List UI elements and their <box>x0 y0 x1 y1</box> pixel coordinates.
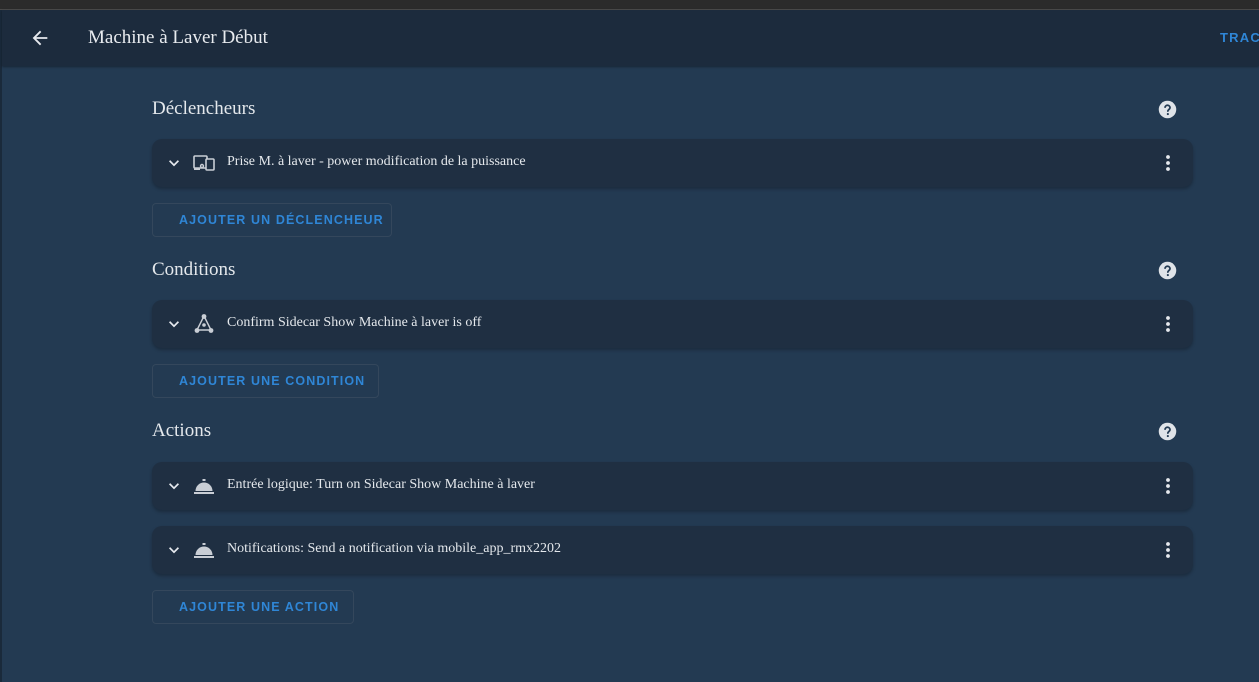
traces-button[interactable]: TRACES <box>1220 30 1259 45</box>
dots-vertical-icon[interactable] <box>1156 474 1180 498</box>
dots-vertical-icon[interactable] <box>1156 312 1180 336</box>
chevron-down-icon[interactable] <box>164 153 184 173</box>
add-action-label: AJOUTER UNE ACTION <box>179 600 340 614</box>
triggers-section-title: Déclencheurs <box>152 98 256 119</box>
add-trigger-label: AJOUTER UN DÉCLENCHEUR <box>179 213 384 227</box>
back-button[interactable] <box>26 24 54 52</box>
condition-card[interactable]: Confirm Sidecar Show Machine à laver is … <box>152 300 1193 348</box>
service-bell-icon <box>194 543 214 558</box>
action-label: Notifications: Send a notification via m… <box>227 541 561 556</box>
help-icon[interactable] <box>1157 421 1178 442</box>
arrow-left-icon <box>32 30 48 46</box>
actions-section-title: Actions <box>152 420 212 441</box>
window-top-strip <box>0 0 1259 10</box>
app-bar: Machine à Laver Début TRACES <box>2 10 1259 66</box>
conditions-section-title: Conditions <box>152 259 236 280</box>
add-condition-label: AJOUTER UNE CONDITION <box>179 374 366 388</box>
dots-vertical-icon[interactable] <box>1156 151 1180 175</box>
dots-vertical-icon[interactable] <box>1156 538 1180 562</box>
left-edge <box>0 10 2 682</box>
device-icon <box>193 155 215 171</box>
help-icon[interactable] <box>1157 260 1178 281</box>
condition-label: Confirm Sidecar Show Machine à laver is … <box>227 315 482 330</box>
action-card[interactable]: Entrée logique: Turn on Sidecar Show Mac… <box>152 462 1193 510</box>
help-icon[interactable] <box>1157 99 1178 120</box>
chevron-down-icon[interactable] <box>164 314 184 334</box>
state-graph-icon <box>194 314 214 333</box>
chevron-down-icon[interactable] <box>164 476 184 496</box>
chevron-down-icon[interactable] <box>164 540 184 560</box>
trigger-label: Prise M. à laver - power modification de… <box>227 154 526 169</box>
add-condition-button[interactable]: AJOUTER UNE CONDITION <box>152 364 379 398</box>
trigger-card[interactable]: Prise M. à laver - power modification de… <box>152 139 1193 187</box>
service-bell-icon <box>194 479 214 494</box>
add-action-button[interactable]: AJOUTER UNE ACTION <box>152 590 354 624</box>
action-label: Entrée logique: Turn on Sidecar Show Mac… <box>227 477 535 492</box>
action-card[interactable]: Notifications: Send a notification via m… <box>152 526 1193 574</box>
add-trigger-button[interactable]: AJOUTER UN DÉCLENCHEUR <box>152 203 392 237</box>
page-title: Machine à Laver Début <box>88 27 268 48</box>
